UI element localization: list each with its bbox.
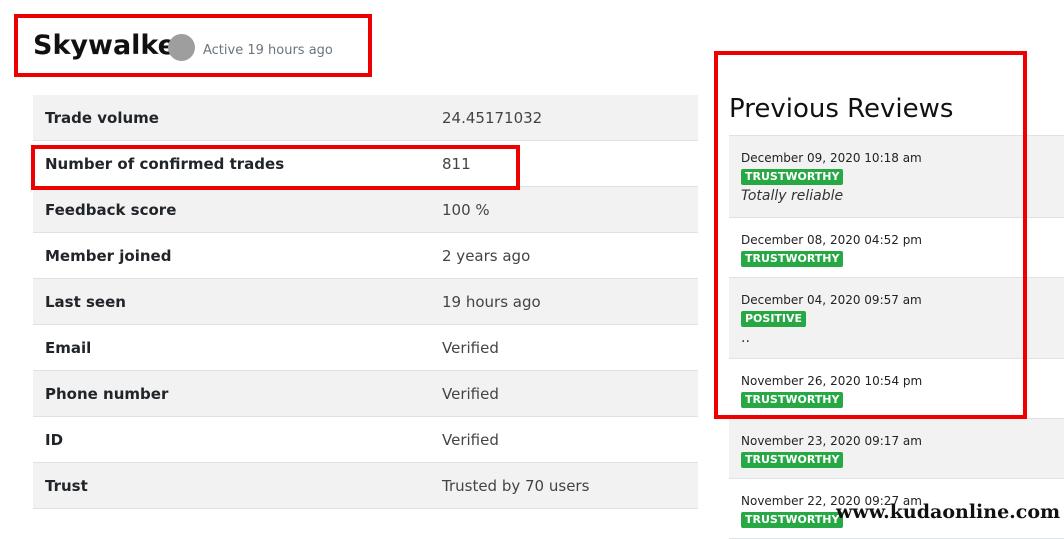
review-date: December 09, 2020 10:18 am <box>741 151 922 165</box>
online-status-icon <box>168 34 195 61</box>
stats-label: Number of confirmed trades <box>45 155 285 173</box>
stats-row: Number of confirmed trades 811 <box>33 141 698 187</box>
stats-value: 24.45171032 <box>442 109 543 127</box>
stats-value: Verified <box>442 339 499 357</box>
review-item: December 04, 2020 09:57 am POSITIVE .. <box>729 278 1064 359</box>
review-date: November 26, 2020 10:54 pm <box>741 374 923 388</box>
stats-row: ID Verified <box>33 417 698 463</box>
review-comment: .. <box>741 330 750 346</box>
stats-row: Email Verified <box>33 325 698 371</box>
watermark-text: www.kudaonline.com <box>836 501 1061 523</box>
stats-value: Trusted by 70 users <box>442 477 590 495</box>
stats-label: Last seen <box>45 293 126 311</box>
profile-page: Skywalker Active 19 hours ago Trade volu… <box>0 0 1064 539</box>
review-item: November 26, 2020 10:54 pm TRUSTWORTHY <box>729 359 1064 419</box>
review-badge: TRUSTWORTHY <box>741 169 844 185</box>
stats-label: Member joined <box>45 247 172 265</box>
review-item: December 09, 2020 10:18 am TRUSTWORTHY T… <box>729 136 1064 218</box>
stats-row: Feedback score 100 % <box>33 187 698 233</box>
username-heading: Skywalker <box>33 30 190 61</box>
stats-label: Trade volume <box>45 109 159 127</box>
review-badge: TRUSTWORTHY <box>741 512 844 528</box>
review-item: December 08, 2020 04:52 pm TRUSTWORTHY <box>729 218 1064 278</box>
stats-label: Feedback score <box>45 201 177 219</box>
stats-value: 100 % <box>442 201 490 219</box>
stats-row: Trust Trusted by 70 users <box>33 463 698 509</box>
stats-value: 2 years ago <box>442 247 531 265</box>
review-comment: Totally reliable <box>741 188 844 204</box>
stats-label: Phone number <box>45 385 169 403</box>
stats-row: Member joined 2 years ago <box>33 233 698 279</box>
stats-label: Email <box>45 339 92 357</box>
stats-value: 19 hours ago <box>442 293 541 311</box>
review-date: December 04, 2020 09:57 am <box>741 293 922 307</box>
active-status-text: Active 19 hours ago <box>203 43 333 58</box>
stats-label: ID <box>45 431 64 449</box>
stats-row: Trade volume 24.45171032 <box>33 95 698 141</box>
review-badge: TRUSTWORTHY <box>741 392 844 408</box>
review-date: November 23, 2020 09:17 am <box>741 434 922 448</box>
stats-value: Verified <box>442 431 499 449</box>
reviews-heading: Previous Reviews <box>729 94 954 124</box>
stats-row: Phone number Verified <box>33 371 698 417</box>
review-badge: TRUSTWORTHY <box>741 452 844 468</box>
review-date: December 08, 2020 04:52 pm <box>741 233 922 247</box>
stats-table: Trade volume 24.45171032 Number of confir… <box>33 95 698 509</box>
stats-row: Last seen 19 hours ago <box>33 279 698 325</box>
stats-value: Verified <box>442 385 499 403</box>
review-badge: POSITIVE <box>741 311 807 327</box>
stats-value: 811 <box>442 155 471 173</box>
stats-label: Trust <box>45 477 88 495</box>
reviews-list: December 09, 2020 10:18 am TRUSTWORTHY T… <box>729 135 1064 539</box>
review-item: November 23, 2020 09:17 am TRUSTWORTHY <box>729 419 1064 479</box>
review-badge: TRUSTWORTHY <box>741 251 844 267</box>
